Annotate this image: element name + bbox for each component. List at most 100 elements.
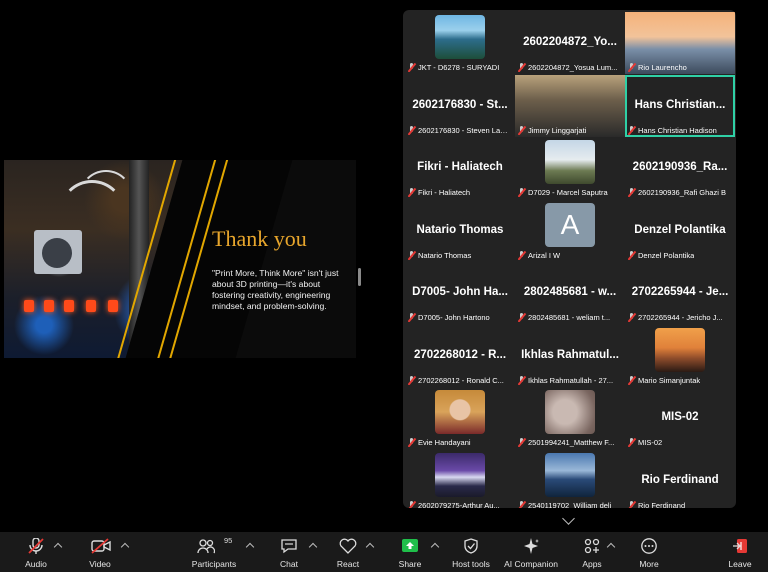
participants-button[interactable]: 95 Participants xyxy=(186,532,242,572)
participant-tile[interactable]: 2702265944 - Je... 2702265944 - Jericho J… xyxy=(625,262,735,324)
slide-body: "Print More, Think More" isn't just abou… xyxy=(212,268,339,311)
microphone-muted-icon xyxy=(518,63,525,72)
react-button[interactable]: React xyxy=(320,532,376,572)
shared-screen[interactable]: Thank you "Print More, Think More" isn't… xyxy=(4,160,356,358)
participant-full-name: Rio Laurencho xyxy=(638,63,687,72)
participant-display-name: 2802485681 - w... xyxy=(523,285,617,298)
participant-tile[interactable]: D7029 - Marcel Saputra xyxy=(515,137,625,199)
microphone-muted-icon xyxy=(408,125,415,135)
participant-display-name: Natario Thomas xyxy=(416,223,504,236)
participant-tile[interactable]: Fikri - Haliatech Fikri - Haliatech xyxy=(405,137,515,199)
audio-button[interactable]: Audio xyxy=(8,532,64,572)
share-label: Share xyxy=(398,559,422,569)
participant-full-name: Fikri - Haliatech xyxy=(418,188,471,197)
chat-label: Chat xyxy=(280,559,298,569)
participant-tile[interactable]: Hans Christian... Hans Christian Hadison xyxy=(625,75,735,137)
participant-tile[interactable]: 2602204872_Yo... 2602204872_Yosua Lum... xyxy=(515,12,625,74)
participant-tile[interactable]: MIS-02 MIS-02 xyxy=(625,387,735,449)
participant-display-name: 2702268012 - R... xyxy=(413,348,507,361)
chat-button[interactable]: Chat xyxy=(261,532,317,572)
participant-tile[interactable]: Ikhlas Rahmatul... Ikhlas Rahmatullah - 2… xyxy=(515,325,625,387)
more-button[interactable]: More xyxy=(621,532,677,572)
microphone-muted-icon xyxy=(628,438,635,447)
participant-tile[interactable]: 2602190936_Ra... 2602190936_Rafi Ghazi B xyxy=(625,137,735,199)
microphone-muted-icon xyxy=(628,313,635,322)
participant-full-name: D7029 - Marcel Saputra xyxy=(528,188,608,197)
participant-tile[interactable]: JKT - D6278 - SURYADI xyxy=(405,12,515,74)
participant-tile[interactable]: D7005- John Ha... D7005- John Hartono xyxy=(405,262,515,324)
microphone-muted-icon xyxy=(628,375,635,385)
participant-tile[interactable]: 2602079275-Arthur Au... xyxy=(405,450,515,509)
participant-full-name: 2802485681 - weliam t... xyxy=(528,313,611,322)
participant-tile[interactable]: Natario Thomas Natario Thomas xyxy=(405,200,515,262)
share-screen-icon xyxy=(401,538,419,554)
apps-label: Apps xyxy=(582,559,602,569)
avatar: A xyxy=(545,202,595,247)
sparkle-icon xyxy=(522,538,540,554)
participant-tile[interactable]: 2501994241_Matthew F... xyxy=(515,387,625,449)
ai-companion-button[interactable]: AI Companion xyxy=(503,532,559,572)
participant-display-name: Denzel Polantika xyxy=(634,223,726,236)
microphone-muted-icon xyxy=(27,537,45,554)
participant-tile[interactable]: Rio Laurencho xyxy=(625,12,735,74)
participant-name-label: MIS-02 xyxy=(628,438,732,447)
participant-full-name: 2602176830 - Steven Lawr... xyxy=(418,125,512,135)
participant-full-name: 2702268012 - Ronald C... xyxy=(418,375,504,385)
apps-icon xyxy=(583,538,601,554)
participant-tile[interactable]: Mario Simanjuntak xyxy=(625,325,735,387)
participant-display-name: Hans Christian... xyxy=(634,98,726,111)
participant-tile[interactable]: Rio Ferdinand Rio Ferdinand xyxy=(625,450,735,509)
microphone-muted-icon xyxy=(628,188,635,197)
participant-name-label: JKT - D6278 - SURYADI xyxy=(408,63,512,72)
apps-button[interactable]: Apps xyxy=(564,532,620,572)
participant-name-label: D7029 - Marcel Saputra xyxy=(518,188,622,197)
participant-name-label: 2540119702_William deli xyxy=(518,500,622,508)
microphone-muted-icon xyxy=(408,313,415,322)
leave-label: Leave xyxy=(728,559,752,569)
participant-full-name: MIS-02 xyxy=(638,438,663,447)
participant-tile[interactable]: 2802485681 - w... 2802485681 - weliam t..… xyxy=(515,262,625,324)
participant-tile[interactable]: 2540119702_William deli xyxy=(515,450,625,508)
participant-name-label: Rio Ferdinand xyxy=(628,500,732,509)
participant-full-name: Natario Thomas xyxy=(418,250,472,260)
participant-tile[interactable]: 2602176830 - St... 2602176830 - Steven La… xyxy=(405,75,515,137)
participant-name-label: 2702265944 - Jericho J... xyxy=(628,313,732,322)
participant-tile[interactable]: 2702268012 - R... 2702268012 - Ronald C..… xyxy=(405,325,515,387)
microphone-muted-icon xyxy=(518,375,525,385)
leave-icon xyxy=(731,538,749,554)
microphone-muted-icon xyxy=(628,500,635,509)
resize-handle[interactable] xyxy=(358,268,361,286)
participant-display-name: 2602176830 - St... xyxy=(412,98,508,111)
participant-name-label: Denzel Polantika xyxy=(628,250,732,260)
participant-tile[interactable]: Evie Handayani xyxy=(405,387,515,449)
participant-name-label: Mario Simanjuntak xyxy=(628,375,732,385)
chat-icon xyxy=(280,538,298,554)
participant-tile[interactable]: A Arizal I W xyxy=(515,200,625,262)
video-button[interactable]: Video xyxy=(72,532,128,572)
microphone-muted-icon xyxy=(518,313,525,322)
microphone-muted-icon xyxy=(408,438,415,447)
shield-icon xyxy=(462,538,480,554)
participant-name-label: Hans Christian Hadison xyxy=(628,125,732,135)
participant-full-name: Rio Ferdinand xyxy=(638,500,686,509)
participant-tile[interactable]: Denzel Polantika Denzel Polantika xyxy=(625,200,735,262)
participant-display-name: 2602190936_Ra... xyxy=(632,160,728,173)
share-button[interactable]: Share xyxy=(382,532,438,572)
participant-tile[interactable]: Jimmy Linggarjati xyxy=(515,74,625,137)
participant-video xyxy=(435,390,485,434)
participant-video xyxy=(545,452,595,497)
participant-full-name: Hans Christian Hadison xyxy=(638,125,717,135)
participant-full-name: 2602204872_Yosua Lum... xyxy=(528,63,618,72)
chevron-down-icon[interactable] xyxy=(562,512,575,525)
participant-name-label: 2702268012 - Ronald C... xyxy=(408,375,512,385)
participant-video xyxy=(545,140,595,184)
participants-options-chevron-icon[interactable] xyxy=(245,542,255,552)
microphone-muted-icon xyxy=(628,125,635,135)
participant-display-name: 2702265944 - Je... xyxy=(631,285,729,298)
participant-full-name: 2602190936_Rafi Ghazi B xyxy=(638,188,726,197)
camera-off-icon xyxy=(91,538,111,554)
host-tools-button[interactable]: Host tools xyxy=(443,532,499,572)
microphone-muted-icon xyxy=(408,500,415,509)
participant-name-label: 2501994241_Matthew F... xyxy=(518,438,622,447)
leave-button[interactable]: Leave xyxy=(712,532,768,572)
